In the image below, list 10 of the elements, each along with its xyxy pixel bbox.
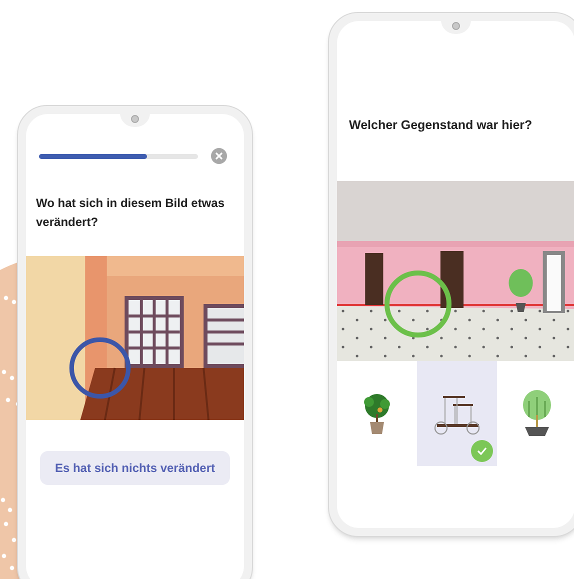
- highlight-ring: [68, 336, 132, 400]
- check-icon: [471, 440, 493, 462]
- no-change-button[interactable]: Es hat sich nichts verändert: [40, 451, 230, 485]
- camera-notch: [441, 21, 471, 34]
- answer-option[interactable]: [417, 361, 497, 466]
- question-text: Wo hat sich in diesem Bild etwas verändert?: [35, 195, 226, 231]
- close-icon: [215, 152, 223, 160]
- question-text: Welcher Gegenstand war hier?: [348, 117, 534, 134]
- highlight-ring: [383, 269, 453, 339]
- camera-notch: [120, 114, 150, 127]
